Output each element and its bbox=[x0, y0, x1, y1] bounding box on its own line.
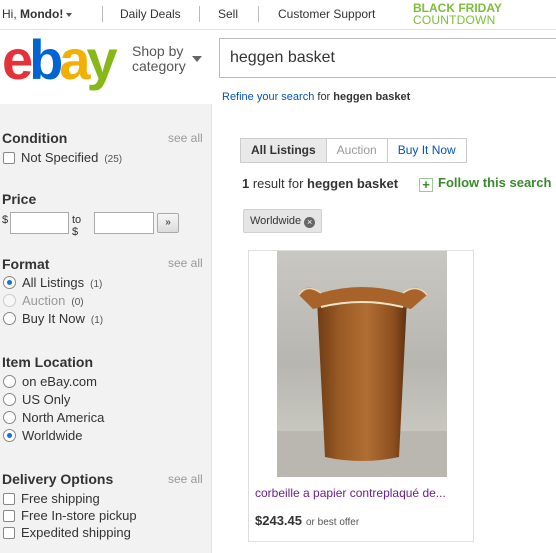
refine-search-link[interactable]: Refine your search bbox=[222, 91, 314, 103]
currency-symbol: $ bbox=[2, 214, 9, 226]
price-value: $243.45 bbox=[255, 513, 302, 528]
option-count: (0) bbox=[71, 297, 84, 308]
logo-letter-b: b bbox=[29, 28, 63, 91]
listing-card[interactable]: corbeille a papier contreplaqué de... $2… bbox=[248, 250, 474, 542]
option-count: (1) bbox=[90, 279, 103, 290]
option-count: (25) bbox=[104, 154, 123, 165]
radio-selected[interactable] bbox=[3, 429, 16, 442]
option-label: US Only bbox=[22, 392, 71, 407]
top-bar: Hi, Mondo! Daily Deals Sell Customer Sup… bbox=[0, 0, 556, 30]
radio[interactable] bbox=[3, 393, 16, 406]
option-label: Buy It Now bbox=[22, 311, 85, 326]
option-label: on eBay.com bbox=[22, 374, 97, 389]
refine-for-text: for bbox=[314, 91, 334, 103]
radio[interactable] bbox=[3, 375, 16, 388]
chevron-down-icon bbox=[192, 56, 202, 62]
price-min-input[interactable] bbox=[10, 212, 69, 234]
logo-letter-y: y bbox=[86, 28, 118, 91]
delivery-options-heading: Delivery Options bbox=[2, 471, 114, 487]
greeting[interactable]: Hi, Mondo! bbox=[2, 7, 73, 21]
black-friday-promo[interactable]: BLACK FRIDAY COUNTDOWN bbox=[413, 2, 502, 26]
greeting-prefix: Hi, bbox=[2, 7, 20, 21]
price-submit-button[interactable]: » bbox=[157, 213, 179, 233]
chevron-down-icon bbox=[66, 12, 73, 17]
chip-label: Worldwide bbox=[250, 215, 302, 227]
filter-chip-worldwide: Worldwide × bbox=[243, 209, 323, 233]
option-label: Auction bbox=[22, 293, 66, 308]
result-count-text: result for bbox=[249, 176, 308, 191]
filter-sidebar: Condition see all Not Specified (25) Pric… bbox=[0, 104, 212, 553]
close-icon[interactable]: × bbox=[304, 217, 316, 228]
checkbox[interactable] bbox=[3, 527, 15, 539]
checkbox[interactable] bbox=[3, 493, 15, 505]
tab-all-listings[interactable]: All Listings bbox=[240, 138, 327, 163]
best-offer-note: or best offer bbox=[306, 517, 360, 528]
daily-deals-link[interactable]: Daily Deals bbox=[120, 7, 181, 21]
result-query: heggen basket bbox=[307, 176, 399, 191]
listing-title-link[interactable]: corbeille a papier contreplaqué de... bbox=[255, 486, 446, 500]
format-buy-it-now[interactable]: Buy It Now (1) bbox=[3, 311, 103, 327]
plus-icon: + bbox=[419, 178, 433, 192]
listing-photo[interactable] bbox=[277, 251, 447, 477]
checkbox[interactable] bbox=[3, 152, 15, 164]
format-all-listings[interactable]: All Listings (1) bbox=[3, 275, 102, 291]
result-count: 1 result for heggen basket bbox=[242, 176, 398, 191]
option-label: North America bbox=[22, 410, 105, 425]
format-auction: Auction (0) bbox=[3, 293, 84, 309]
divider bbox=[102, 6, 103, 22]
logo-letter-e: e bbox=[2, 28, 33, 91]
option-label: Free shipping bbox=[21, 491, 100, 506]
format-heading: Format bbox=[2, 256, 50, 272]
location-us-only[interactable]: US Only bbox=[3, 392, 70, 408]
checkbox[interactable] bbox=[3, 510, 15, 522]
price-max-input[interactable] bbox=[94, 212, 154, 234]
listing-format-tabs: All Listings Auction Buy It Now bbox=[240, 138, 467, 163]
radio[interactable] bbox=[3, 312, 16, 325]
option-label: All Listings bbox=[22, 275, 85, 290]
logo-letter-a: a bbox=[59, 28, 90, 91]
location-worldwide[interactable]: Worldwide bbox=[3, 428, 82, 444]
radio-disabled bbox=[3, 294, 16, 307]
tab-buy-it-now[interactable]: Buy It Now bbox=[386, 138, 467, 163]
tab-auction[interactable]: Auction bbox=[325, 138, 388, 163]
delivery-see-all-link[interactable]: see all bbox=[168, 472, 203, 486]
item-location-heading: Item Location bbox=[2, 354, 94, 370]
option-count: (1) bbox=[90, 315, 104, 326]
refine-search-line: Refine your search for heggen basket bbox=[222, 91, 410, 103]
follow-search-button[interactable]: + Follow this search bbox=[419, 175, 551, 192]
search-input[interactable] bbox=[220, 39, 556, 77]
customer-support-link[interactable]: Customer Support bbox=[278, 7, 375, 21]
option-label: Expedited shipping bbox=[21, 525, 131, 540]
delivery-free-in-store-pickup[interactable]: Free In-store pickup bbox=[3, 508, 137, 524]
condition-not-specified[interactable]: Not Specified (25) bbox=[3, 150, 122, 166]
format-see-all-link[interactable]: see all bbox=[168, 256, 203, 270]
refine-query: heggen basket bbox=[333, 91, 411, 103]
search-box bbox=[219, 38, 556, 78]
follow-search-label: Follow this search bbox=[438, 175, 552, 190]
ebay-logo[interactable]: ebay bbox=[2, 28, 118, 91]
user-name: Mondo! bbox=[20, 7, 64, 21]
radio[interactable] bbox=[3, 411, 16, 424]
sell-link[interactable]: Sell bbox=[218, 7, 238, 21]
divider bbox=[258, 6, 259, 22]
condition-see-all-link[interactable]: see all bbox=[168, 131, 203, 145]
location-north-america[interactable]: North America bbox=[3, 410, 104, 426]
category-label: category bbox=[132, 58, 186, 74]
delivery-expedited-shipping[interactable]: Expedited shipping bbox=[3, 525, 131, 541]
radio-selected[interactable] bbox=[3, 276, 16, 289]
option-label: Not Specified bbox=[21, 150, 99, 165]
shop-by-label: Shop by bbox=[132, 43, 184, 59]
location-on-ebay[interactable]: on eBay.com bbox=[3, 374, 97, 390]
option-label: Free In-store pickup bbox=[21, 508, 137, 523]
price-to-label: to $ bbox=[72, 214, 82, 238]
option-label: Worldwide bbox=[22, 428, 83, 443]
condition-heading: Condition bbox=[2, 130, 68, 146]
listing-price: $243.45 or best offer bbox=[255, 513, 359, 528]
delivery-free-shipping[interactable]: Free shipping bbox=[3, 491, 100, 507]
divider bbox=[199, 6, 200, 22]
promo-line-2: COUNTDOWN bbox=[413, 13, 496, 27]
shop-by-category-button[interactable]: Shop by category bbox=[132, 43, 202, 74]
price-heading: Price bbox=[2, 191, 37, 207]
